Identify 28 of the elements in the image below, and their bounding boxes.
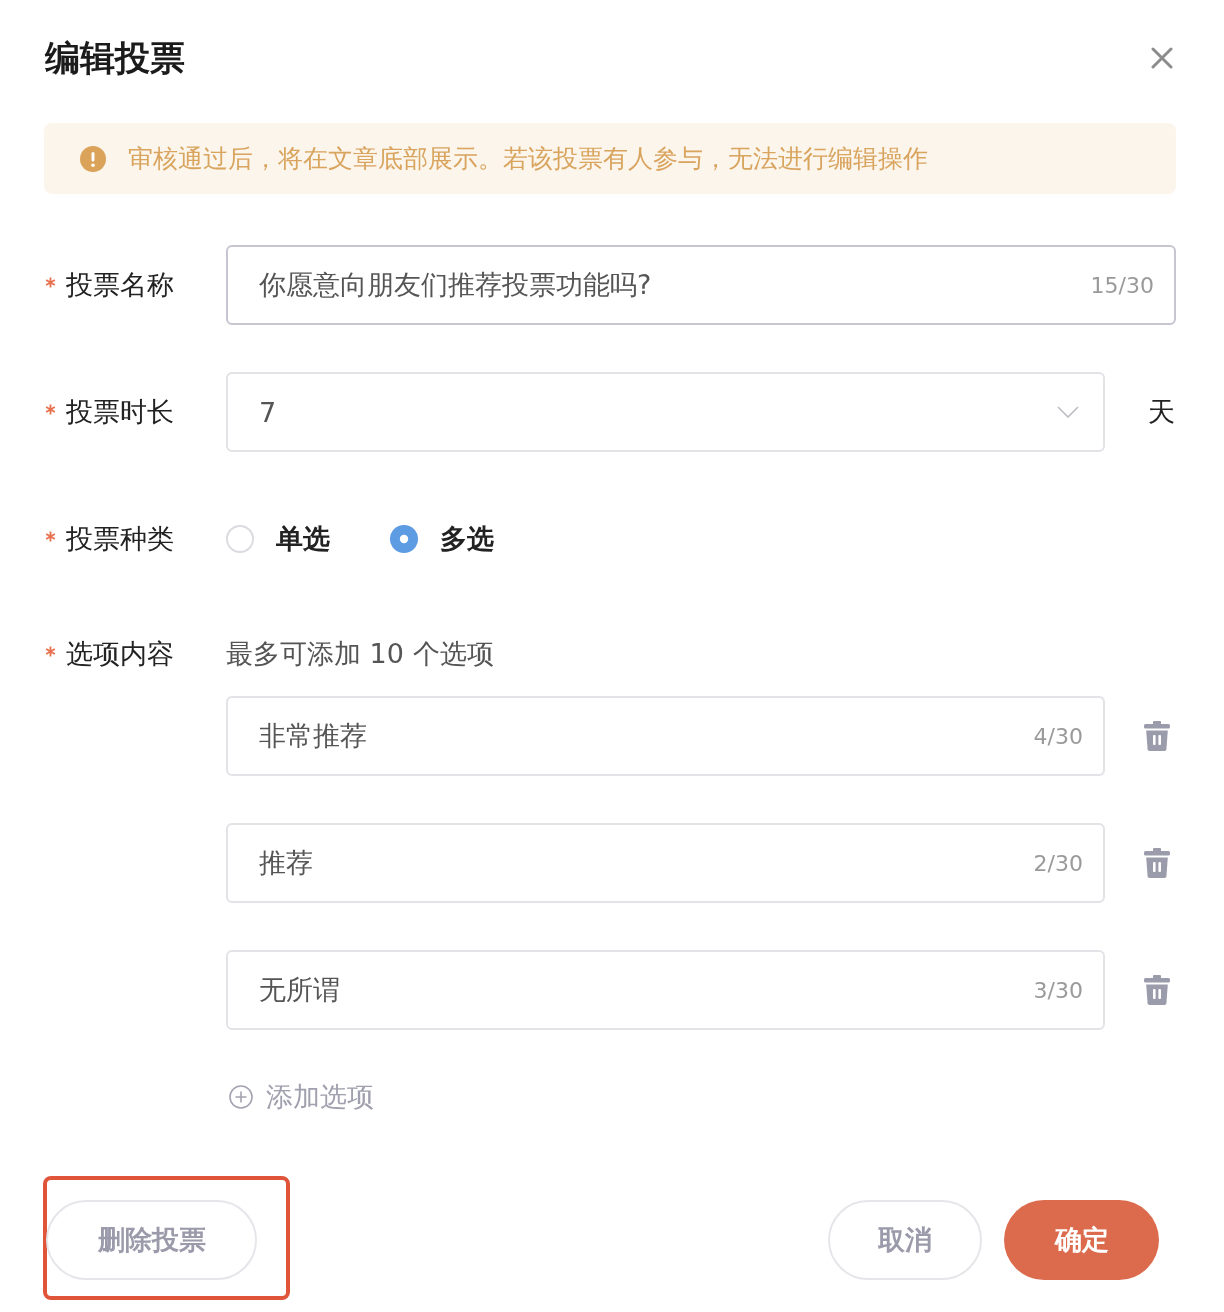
notice-text: 审核通过后，将在文章底部展示。若该投票有人参与，无法进行编辑操作	[128, 143, 928, 175]
field-label: 投票种类	[66, 522, 174, 556]
chevron-down-icon	[1057, 406, 1079, 418]
duration-select[interactable]: 7	[226, 372, 1105, 452]
option-input[interactable]: 非常推荐 4/30	[226, 696, 1105, 776]
char-counter: 3/30	[1033, 977, 1083, 1003]
field-label: 投票名称	[66, 268, 174, 302]
option-input[interactable]: 无所谓 3/30	[226, 950, 1105, 1030]
hint-text: 最多可添加 10 个选项	[226, 637, 494, 671]
radio-icon[interactable]	[390, 525, 418, 553]
trash-icon[interactable]	[1144, 721, 1170, 751]
char-counter: 15/30	[1090, 272, 1154, 298]
char-counter: 4/30	[1033, 723, 1083, 749]
radio-label[interactable]: 单选	[276, 521, 330, 557]
text-input[interactable]: 你愿意向朋友们推荐投票功能吗? 15/30	[226, 245, 1176, 325]
trash-icon[interactable]	[1144, 975, 1170, 1005]
close-icon[interactable]	[1151, 47, 1173, 69]
option-input[interactable]: 推荐 2/30	[226, 823, 1105, 903]
char-counter: 2/30	[1033, 850, 1083, 876]
radio-label[interactable]: 多选	[440, 521, 494, 557]
field-label: 投票时长	[66, 395, 174, 429]
unit-label: 天	[1148, 395, 1175, 429]
field-label: 选项内容	[66, 637, 174, 671]
trash-icon[interactable]	[1144, 848, 1170, 878]
plus-circle-icon	[229, 1085, 253, 1109]
warning-icon	[80, 145, 106, 172]
dialog-title: 编辑投票	[45, 37, 185, 80]
radio-icon[interactable]	[226, 525, 254, 553]
